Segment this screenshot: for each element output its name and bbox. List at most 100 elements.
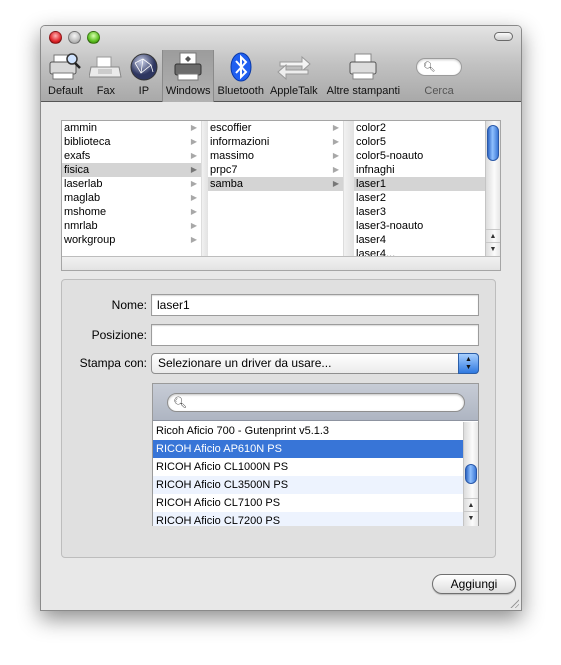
list-item[interactable]: laser4 xyxy=(354,233,486,247)
disclosure-arrow-icon: ▶ xyxy=(190,123,197,132)
list-item[interactable]: laser2 xyxy=(354,191,486,205)
disclosure-arrow-icon: ▶ xyxy=(190,151,197,160)
toolbar-item-label: IP xyxy=(138,85,150,97)
list-item[interactable]: laser3-noauto xyxy=(354,219,486,233)
appletalk-arrows-icon xyxy=(276,50,312,84)
list-item[interactable]: laser1 xyxy=(354,177,486,191)
driver-row[interactable]: RICOH Aficio CL7200 PS xyxy=(153,512,464,526)
scroll-up-arrow-icon[interactable]: ▲ xyxy=(486,229,500,242)
list-item[interactable]: mshome ▶ xyxy=(62,205,201,219)
list-item[interactable]: exafs ▶ xyxy=(62,149,201,163)
driver-chooser: 🔍︎ Ricoh Aficio 700 - Gutenprint v5.1.3 … xyxy=(152,383,479,526)
toolbar-item-ip[interactable]: IP xyxy=(126,50,162,102)
print-with-label: Stampa con: xyxy=(79,356,147,370)
list-item[interactable]: maglab ▶ xyxy=(62,191,201,205)
name-field[interactable]: laser1 xyxy=(151,294,479,316)
close-button[interactable] xyxy=(49,31,62,44)
scrollbar-thumb[interactable] xyxy=(465,464,477,484)
driver-row[interactable]: RICOH Aficio AP610N PS xyxy=(153,440,464,458)
list-item[interactable]: massimo ▶ xyxy=(208,149,343,163)
other-printers-icon xyxy=(346,50,380,84)
bluetooth-icon xyxy=(229,50,253,84)
list-item[interactable]: fisica ▶ xyxy=(62,163,201,177)
list-item[interactable]: color5 xyxy=(354,135,486,149)
driver-scrollbar[interactable]: ▲ ▼ xyxy=(463,422,478,526)
default-printer-icon xyxy=(48,50,82,84)
list-item[interactable]: escoffier ▶ xyxy=(208,121,343,135)
driver-row[interactable]: Ricoh Aficio 700 - Gutenprint v5.1.3 xyxy=(153,422,464,440)
toolbar-item-appletalk[interactable]: AppleTalk xyxy=(267,50,321,102)
driver-list: Ricoh Aficio 700 - Gutenprint v5.1.3 RIC… xyxy=(153,422,464,526)
zoom-button[interactable] xyxy=(87,31,100,44)
toolbar-item-label: Default xyxy=(48,85,83,97)
list-item[interactable]: laser3 xyxy=(354,205,486,219)
scroll-down-arrow-icon[interactable]: ▼ xyxy=(464,511,478,524)
toolbar: Default Fax IP Windows Bluetooth AppleTa… xyxy=(41,26,521,102)
window-controls xyxy=(49,31,100,44)
browser-column-workgroups: ammin ▶ biblioteca ▶ exafs ▶ fisica ▶ laserl… xyxy=(62,121,202,257)
disclosure-arrow-icon: ▶ xyxy=(190,179,197,188)
location-label: Posizione: xyxy=(91,328,147,342)
list-item[interactable]: workgroup ▶ xyxy=(62,233,201,247)
minimize-button[interactable] xyxy=(68,31,81,44)
toolbar-item-label: AppleTalk xyxy=(269,85,318,97)
ip-globe-icon xyxy=(129,50,159,84)
driver-popup[interactable]: Selezionare un driver da usare... ▲ ▼ xyxy=(151,353,479,374)
popup-arrows-icon: ▲ ▼ xyxy=(458,353,479,374)
list-item[interactable]: ammin ▶ xyxy=(62,121,201,135)
toolbar-item-bluetooth[interactable]: Bluetooth xyxy=(214,50,266,102)
toolbar-item-windows[interactable]: Windows xyxy=(161,50,215,102)
driver-row[interactable]: RICOH Aficio CL7100 PS xyxy=(153,494,464,512)
disclosure-arrow-icon: ▶ xyxy=(190,207,197,216)
list-item[interactable]: laserlab ▶ xyxy=(62,177,201,191)
scroll-up-arrow-icon[interactable]: ▲ xyxy=(464,498,478,511)
horizontal-scrollbar[interactable] xyxy=(62,256,500,270)
toolbar-search-field[interactable]: 🔍︎ xyxy=(416,58,463,76)
list-item[interactable]: color5-noauto xyxy=(354,149,486,163)
disclosure-arrow-icon: ▶ xyxy=(332,165,339,174)
toolbar-toggle-button[interactable] xyxy=(494,32,513,41)
driver-search-field[interactable]: 🔍︎ xyxy=(167,393,465,412)
toolbar-item-other-printers[interactable]: Altre stampanti xyxy=(321,50,406,102)
disclosure-arrow-icon: ▶ xyxy=(190,221,197,230)
toolbar-item-default[interactable]: Default xyxy=(45,50,86,102)
toolbar-item-search[interactable]: 🔍︎ Cerca xyxy=(406,50,472,102)
printer-details-panel: Nome: laser1 Posizione: Stampa con: Sele… xyxy=(61,279,496,558)
driver-row[interactable]: RICOH Aficio CL3500N PS xyxy=(153,476,464,494)
list-item[interactable]: infnaghi xyxy=(354,163,486,177)
list-item[interactable]: prpc7 ▶ xyxy=(208,163,343,177)
toolbar-item-label: Cerca xyxy=(424,85,454,97)
add-button[interactable]: Aggiungi xyxy=(432,574,516,594)
column-divider[interactable] xyxy=(344,121,354,257)
browser-column-hosts: escoffier ▶ informazioni ▶ massimo ▶ prpc7 ▶… xyxy=(208,121,344,257)
disclosure-arrow-icon: ▶ xyxy=(332,123,339,132)
list-item[interactable]: nmrlab ▶ xyxy=(62,219,201,233)
disclosure-arrow-icon: ▶ xyxy=(190,193,197,202)
search-icon: 🔍︎ xyxy=(173,397,187,409)
list-item[interactable]: color2 xyxy=(354,121,486,135)
toolbar-item-label: Windows xyxy=(165,85,211,97)
disclosure-arrow-icon: ▶ xyxy=(332,179,339,188)
disclosure-arrow-icon: ▶ xyxy=(332,137,339,146)
toolbar-item-label: Altre stampanti xyxy=(326,85,401,97)
toolbar-item-fax[interactable]: Fax xyxy=(86,50,126,102)
location-field[interactable] xyxy=(151,324,479,346)
browser-column-printers: color2 color5 color5-noauto infnaghi las… xyxy=(354,121,486,257)
printers-scrollbar[interactable]: ▲ ▼ xyxy=(485,121,500,257)
list-item[interactable]: biblioteca ▶ xyxy=(62,135,201,149)
disclosure-arrow-icon: ▶ xyxy=(190,235,197,244)
fax-icon xyxy=(88,50,123,84)
scrollbar-thumb[interactable] xyxy=(487,125,499,161)
scroll-down-arrow-icon[interactable]: ▼ xyxy=(486,242,500,255)
resize-grip-icon[interactable] xyxy=(509,598,519,608)
name-label: Nome: xyxy=(111,298,147,312)
windows-printer-icon xyxy=(171,50,205,84)
add-printer-window: Default Fax IP Windows Bluetooth AppleTa… xyxy=(40,25,522,611)
list-item[interactable]: samba ▶ xyxy=(208,177,343,191)
driver-row[interactable]: RICOH Aficio CL1000N PS xyxy=(153,458,464,476)
disclosure-arrow-icon: ▶ xyxy=(190,165,197,174)
disclosure-arrow-icon: ▶ xyxy=(332,151,339,160)
toolbar-item-label: Fax xyxy=(96,85,116,97)
search-icon: 🔍︎ xyxy=(423,62,436,73)
list-item[interactable]: informazioni ▶ xyxy=(208,135,343,149)
